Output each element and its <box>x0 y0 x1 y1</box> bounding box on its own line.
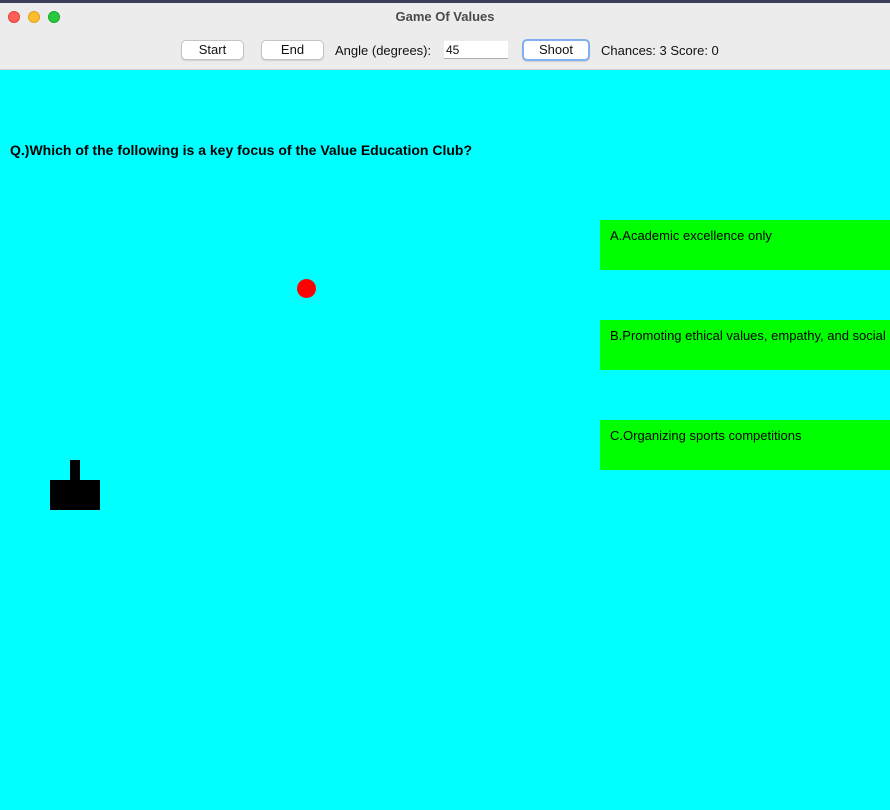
shoot-button[interactable]: Shoot <box>522 39 590 61</box>
control-toolbar: Start End Angle (degrees): Shoot Chances… <box>0 32 890 70</box>
answer-box-b: B.Promoting ethical values, empathy, and… <box>600 320 890 370</box>
start-button[interactable]: Start <box>181 40 244 60</box>
angle-label: Angle (degrees): <box>335 43 432 58</box>
answer-label-a: A.Academic excellence only <box>610 228 772 243</box>
cannon-body <box>50 480 100 510</box>
status-text: Chances: 3 Score: 0 <box>601 43 719 58</box>
game-canvas[interactable]: Q.)Which of the following is a key focus… <box>0 70 890 810</box>
target-ball <box>297 279 316 298</box>
title-bar: Game Of Values <box>0 0 890 32</box>
angle-input[interactable] <box>444 41 508 59</box>
answer-label-c: C.Organizing sports competitions <box>610 428 802 443</box>
game-window: Game Of Values Start End Angle (degrees)… <box>0 0 890 810</box>
window-title: Game Of Values <box>395 9 495 24</box>
question-text: Q.)Which of the following is a key focus… <box>10 142 473 158</box>
answer-box-c: C.Organizing sports competitions <box>600 420 890 470</box>
cannon-barrel <box>70 460 80 480</box>
answer-box-a: A.Academic excellence only <box>600 220 890 270</box>
end-button[interactable]: End <box>261 40 324 60</box>
answer-label-b: B.Promoting ethical values, empathy, and… <box>610 328 890 343</box>
